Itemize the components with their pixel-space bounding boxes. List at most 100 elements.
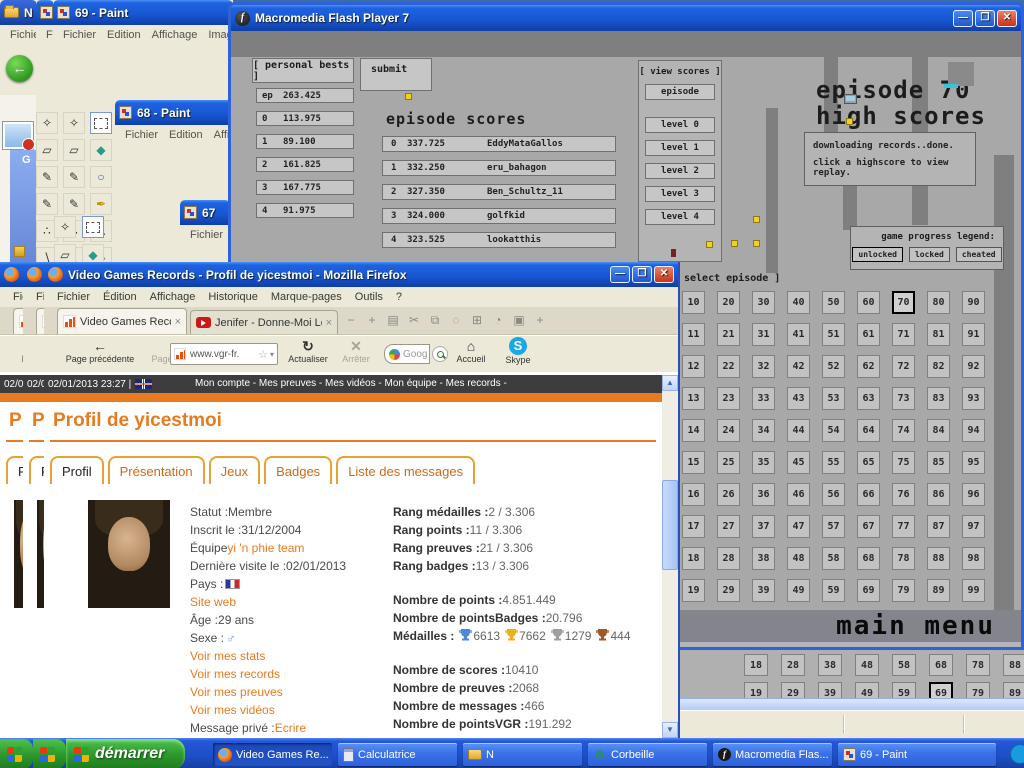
page-top-nav[interactable]: Mon compte - Mes preuves - Mes vidéos - … [195,375,652,393]
episode-cell-16[interactable]: 16 [682,483,705,506]
episode-cell-94[interactable]: 94 [962,419,985,442]
episode-cell-20[interactable]: 20 [717,291,740,314]
search-magnifier-icon[interactable] [432,346,448,362]
episode-cell-56[interactable]: 56 [822,483,845,506]
episode-cell-87[interactable]: 87 [927,515,950,538]
profile-tab-profil[interactable]: Profil [6,456,23,484]
episode-cell-53[interactable]: 53 [822,387,845,410]
menu-item-edition[interactable]: Edition [107,25,141,45]
episode-cell-26[interactable]: 26 [717,483,740,506]
menu-fichier[interactable]: Fichier [13,287,23,307]
episode-cell-68[interactable]: 68 [857,547,880,570]
episode-cell-96[interactable]: 96 [962,483,985,506]
episode-cell-74[interactable]: 74 [892,419,915,442]
episode-cell-51[interactable]: 51 [822,323,845,346]
color-picker-tool[interactable]: ✎ [63,166,85,188]
episode-cell-65[interactable]: 65 [857,451,880,474]
episode-cell-36[interactable]: 36 [752,483,775,506]
menu-fichier[interactable]: Fichier [57,287,90,307]
episode-cell-18[interactable]: 18 [744,654,768,676]
episode-cell-37[interactable]: 37 [752,515,775,538]
firefox-titlebar[interactable]: Video Games Records - Profil de yicestmo… [44,262,678,287]
profile-tab-jeux[interactable]: Jeux [209,456,260,484]
episode-cell-88[interactable]: 88 [927,547,950,570]
eraser-tool[interactable]: ▱ [36,139,58,161]
episode-cell-83[interactable]: 83 [927,387,950,410]
episode-cell-39[interactable]: 39 [752,579,775,602]
episode-cell-41[interactable]: 41 [787,323,810,346]
episode-cell-59[interactable]: 59 [822,579,845,602]
episode-cell-89[interactable]: 89 [1003,682,1024,698]
back-button[interactable]: ←Page précédente [29,338,44,371]
tab-close-icon[interactable]: × [175,316,181,328]
tab-close-icon[interactable]: × [326,317,332,329]
field-link[interactable]: Ecrire [275,721,306,735]
field-link[interactable]: yi 'n phie team [227,541,304,555]
magnifier-tool[interactable]: ○ [90,166,112,188]
episode-cell-79[interactable]: 79 [892,579,915,602]
episode-cell-58[interactable]: 58 [892,654,916,676]
episode-cell-52[interactable]: 52 [822,355,845,378]
episode-cell-40[interactable]: 40 [787,291,810,314]
browser-tab[interactable]: Jenifer - Donne-Moi Le Tem...× [190,310,338,334]
episode-cell-72[interactable]: 72 [892,355,915,378]
menu-item-fichier[interactable]: Fichier [125,125,158,145]
episode-cell-98[interactable]: 98 [962,547,985,570]
back-button[interactable]: ←Page précédente [6,338,23,371]
pencil-tool[interactable]: ✎ [63,193,85,215]
toolbar-zoom-out-icon[interactable]: − [344,313,358,328]
select-tool[interactable] [90,112,112,134]
legend-button-unlocked[interactable]: unlocked [852,247,903,262]
episode-cell-32[interactable]: 32 [752,355,775,378]
toolbar-loading-icon[interactable]: ◌ [449,313,463,328]
episode-cell-78[interactable]: 78 [892,547,915,570]
free-select-tool[interactable]: ✧ [63,112,85,134]
episode-cell-64[interactable]: 64 [857,419,880,442]
episode-cell-58[interactable]: 58 [822,547,845,570]
episode-cell-29[interactable]: 29 [717,579,740,602]
episode-cell-43[interactable]: 43 [787,387,810,410]
episode-cell-28[interactable]: 28 [781,654,805,676]
episode-score-row[interactable]: 4323.525lookatthis [382,232,616,248]
browser-tab-active[interactable]: Video Games Records - Profi...× [13,308,23,334]
episode-cell-23[interactable]: 23 [717,387,740,410]
episode-cell-85[interactable]: 85 [927,451,950,474]
start-button[interactable]: démarrer [66,739,185,768]
view-scores-button-level-4[interactable]: level 4 [645,209,715,225]
paint-sliver-titlebar[interactable] [36,0,54,25]
close-button[interactable]: ✕ [997,10,1017,27]
episode-cell-47[interactable]: 47 [787,515,810,538]
episode-cell-15[interactable]: 15 [682,451,705,474]
menu-marquepages[interactable]: Marque-pages [271,287,342,307]
episode-cell-68[interactable]: 68 [929,654,953,676]
menu-item-affichage[interactable]: Affichage [152,25,198,45]
profile-tab-badges[interactable]: Badges [264,456,332,484]
episode-cell-14[interactable]: 14 [682,419,705,442]
free-select-tool[interactable]: ✧ [36,112,58,134]
episode-cell-66[interactable]: 66 [857,483,880,506]
profile-tab-présentation[interactable]: Présentation [108,456,205,484]
field-link[interactable]: Voir mes preuves [190,685,283,699]
episode-cell-57[interactable]: 57 [822,515,845,538]
view-scores-button-level-3[interactable]: level 3 [645,186,715,202]
episode-cell-59[interactable]: 59 [892,682,916,698]
episode-cell-21[interactable]: 21 [717,323,740,346]
field-link[interactable]: Voir mes vidéos [190,703,275,717]
episode-cell-86[interactable]: 86 [927,483,950,506]
toolbar-history-icon[interactable]: ◔ [491,313,505,328]
episode-cell-99[interactable]: 99 [962,579,985,602]
episode-cell-76[interactable]: 76 [892,483,915,506]
taskbar-button-video-games-re-[interactable]: Video Games Re... [213,743,332,766]
episode-cell-97[interactable]: 97 [962,515,985,538]
episode-cell-92[interactable]: 92 [962,355,985,378]
menu-item-fichier[interactable]: Fichier [190,225,223,245]
menu-?[interactable]: ? [396,287,402,307]
episode-score-row[interactable]: 3324.000golfkid [382,208,616,224]
field-link[interactable]: Voir mes stats [190,649,265,663]
menu-historique[interactable]: Historique [208,287,258,307]
toolbar-paste-icon[interactable]: ▤ [386,313,400,328]
view-scores-button-episode[interactable]: episode [645,84,715,100]
scroll-up-button[interactable]: ▲ [662,375,678,391]
episode-cell-67[interactable]: 67 [857,515,880,538]
minimize-button[interactable]: — [610,266,630,283]
